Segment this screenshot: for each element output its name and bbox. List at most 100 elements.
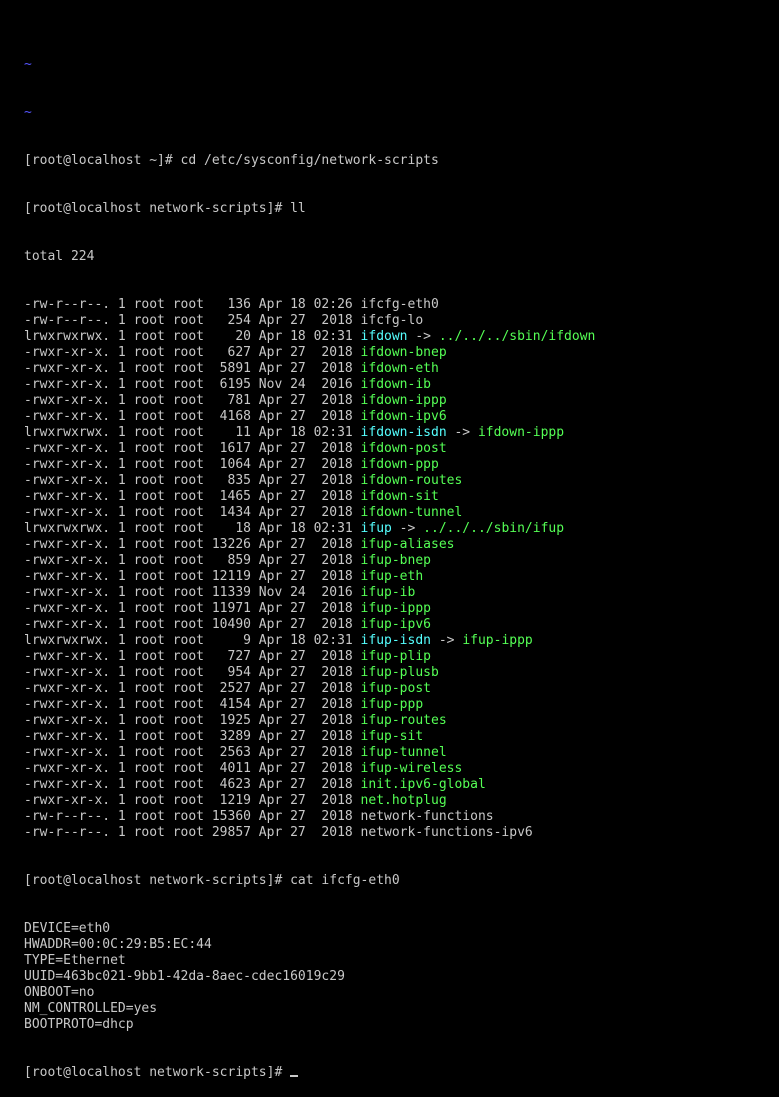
file-info: -rwxr-xr-x. 1 root root 1064 Apr 27 2018	[24, 457, 361, 472]
file-name: ifdown-eth	[360, 361, 439, 376]
listing-row: -rwxr-xr-x. 1 root root 2527 Apr 27 2018…	[24, 681, 764, 697]
config-file-output: DEVICE=eth0 HWADDR=00:0C:29:B5:EC:44 TYPE=…	[24, 921, 764, 1033]
file-info: -rwxr-xr-x. 1 root root 1617 Apr 27 2018	[24, 441, 361, 456]
file-info: -rwxr-xr-x. 1 root root 13226 Apr 27 201…	[24, 537, 361, 552]
symlink-arrow: ->	[446, 425, 478, 440]
file-info: -rwxr-xr-x. 1 root root 1465 Apr 27 2018	[24, 489, 361, 504]
listing-row: -rwxr-xr-x. 1 root root 6195 Nov 24 2016…	[24, 377, 764, 393]
file-name: ifup-ppp	[360, 697, 424, 712]
listing-row: -rwxr-xr-x. 1 root root 1925 Apr 27 2018…	[24, 713, 764, 729]
file-name: ifdown-ppp	[360, 457, 439, 472]
file-info: -rwxr-xr-x. 1 root root 4154 Apr 27 2018	[24, 697, 361, 712]
listing-row: -rwxr-xr-x. 1 root root 1465 Apr 27 2018…	[24, 489, 764, 505]
file-info: -rw-r--r--. 1 root root 254 Apr 27 2018	[24, 313, 361, 328]
file-info: -rwxr-xr-x. 1 root root 1219 Apr 27 2018	[24, 793, 361, 808]
listing-row: lrwxrwxrwx. 1 root root 18 Apr 18 02:31 …	[24, 521, 764, 537]
listing-row: -rwxr-xr-x. 1 root root 859 Apr 27 2018 …	[24, 553, 764, 569]
file-name: ifup-ippp	[360, 601, 431, 616]
file-info: -rwxr-xr-x. 1 root root 11971 Apr 27 201…	[24, 601, 361, 616]
tilde-line: ~	[24, 105, 32, 120]
file-name: ifdown-routes	[360, 473, 463, 488]
file-info: -rwxr-xr-x. 1 root root 2527 Apr 27 2018	[24, 681, 361, 696]
listing-row: lrwxrwxrwx. 1 root root 20 Apr 18 02:31 …	[24, 329, 764, 345]
file-info: -rwxr-xr-x. 1 root root 4011 Apr 27 2018	[24, 761, 361, 776]
tilde-line: ~	[24, 57, 32, 72]
listing-row: -rwxr-xr-x. 1 root root 1617 Apr 27 2018…	[24, 441, 764, 457]
file-info: -rwxr-xr-x. 1 root root 12119 Apr 27 201…	[24, 569, 361, 584]
file-info: -rwxr-xr-x. 1 root root 1434 Apr 27 2018	[24, 505, 361, 520]
listing-row: -rwxr-xr-x. 1 root root 1064 Apr 27 2018…	[24, 457, 764, 473]
listing-row: -rw-r--r--. 1 root root 15360 Apr 27 201…	[24, 809, 764, 825]
file-name: ifup	[360, 521, 392, 536]
file-info: -rw-r--r--. 1 root root 15360 Apr 27 201…	[24, 809, 361, 824]
file-name: ifup-ib	[360, 585, 416, 600]
listing-row: lrwxrwxrwx. 1 root root 11 Apr 18 02:31 …	[24, 425, 764, 441]
listing-row: -rwxr-xr-x. 1 root root 4011 Apr 27 2018…	[24, 761, 764, 777]
config-line: HWADDR=00:0C:29:B5:EC:44	[24, 937, 212, 952]
listing-row: -rwxr-xr-x. 1 root root 1219 Apr 27 2018…	[24, 793, 764, 809]
listing-row: -rw-r--r--. 1 root root 29857 Apr 27 201…	[24, 825, 764, 841]
file-info: -rwxr-xr-x. 1 root root 781 Apr 27 2018	[24, 393, 361, 408]
listing-row: -rwxr-xr-x. 1 root root 5891 Apr 27 2018…	[24, 361, 764, 377]
file-name: ifdown-isdn	[360, 425, 447, 440]
file-name: ifup-plusb	[360, 665, 439, 680]
file-info: -rwxr-xr-x. 1 root root 2563 Apr 27 2018	[24, 745, 361, 760]
symlink-arrow: ->	[391, 521, 424, 536]
file-name: ifcfg-lo	[360, 313, 424, 328]
listing-row: -rwxr-xr-x. 1 root root 781 Apr 27 2018 …	[24, 393, 764, 409]
active-prompt[interactable]: [root@localhost network-scripts]#	[24, 1065, 764, 1081]
file-name: ifdown-tunnel	[360, 505, 463, 520]
config-line: UUID=463bc021-9bb1-42da-8aec-cdec16019c2…	[24, 969, 345, 984]
file-name: ifdown-ipv6	[360, 409, 447, 424]
listing-row: -rw-r--r--. 1 root root 136 Apr 18 02:26…	[24, 297, 764, 313]
file-name: init.ipv6-global	[360, 777, 486, 792]
listing-row: -rwxr-xr-x. 1 root root 11339 Nov 24 201…	[24, 585, 764, 601]
config-line: NM_CONTROLLED=yes	[24, 1001, 158, 1016]
listing-row: -rwxr-xr-x. 1 root root 4168 Apr 27 2018…	[24, 409, 764, 425]
file-info: -rwxr-xr-x. 1 root root 1925 Apr 27 2018	[24, 713, 361, 728]
file-info: -rwxr-xr-x. 1 root root 859 Apr 27 2018	[24, 553, 361, 568]
file-name: ifup-plip	[360, 649, 431, 664]
file-name: ifup-wireless	[360, 761, 463, 776]
symlink-target: ../../../sbin/ifdown	[438, 329, 596, 344]
file-name: ifup-eth	[360, 569, 424, 584]
file-info: -rwxr-xr-x. 1 root root 4168 Apr 27 2018	[24, 409, 361, 424]
file-name: net.hotplug	[360, 793, 447, 808]
file-info: -rwxr-xr-x. 1 root root 5891 Apr 27 2018	[24, 361, 361, 376]
command-line-cd: [root@localhost ~]# cd /etc/sysconfig/ne…	[24, 153, 439, 168]
file-name: ifup-aliases	[360, 537, 455, 552]
prompt-text: [root@localhost network-scripts]#	[24, 1065, 291, 1080]
terminal-screen[interactable]: ~ ~ [root@localhost ~]# cd /etc/sysconfi…	[24, 25, 764, 1097]
listing-row: -rw-r--r--. 1 root root 254 Apr 27 2018 …	[24, 313, 764, 329]
directory-listing: -rw-r--r--. 1 root root 136 Apr 18 02:26…	[24, 297, 764, 841]
file-info: -rwxr-xr-x. 1 root root 835 Apr 27 2018	[24, 473, 361, 488]
file-name: ifdown-bnep	[360, 345, 447, 360]
config-line: DEVICE=eth0	[24, 921, 111, 936]
file-name: ifdown-ib	[360, 377, 431, 392]
symlink-arrow: ->	[407, 329, 439, 344]
file-info: lrwxrwxrwx. 1 root root 9 Apr 18 02:31	[24, 633, 361, 648]
listing-row: -rwxr-xr-x. 1 root root 835 Apr 27 2018 …	[24, 473, 764, 489]
file-name: network-functions	[360, 809, 494, 824]
symlink-target: ../../../sbin/ifup	[423, 521, 565, 536]
listing-total: total 224	[24, 249, 95, 264]
file-info: -rwxr-xr-x. 1 root root 4623 Apr 27 2018	[24, 777, 361, 792]
file-name: ifup-post	[360, 681, 431, 696]
listing-row: -rwxr-xr-x. 1 root root 13226 Apr 27 201…	[24, 537, 764, 553]
listing-row: -rwxr-xr-x. 1 root root 627 Apr 27 2018 …	[24, 345, 764, 361]
listing-row: -rwxr-xr-x. 1 root root 3289 Apr 27 2018…	[24, 729, 764, 745]
file-info: -rwxr-xr-x. 1 root root 10490 Apr 27 201…	[24, 617, 361, 632]
file-name: ifup-bnep	[360, 553, 431, 568]
file-name: ifdown-post	[360, 441, 447, 456]
file-info: -rwxr-xr-x. 1 root root 727 Apr 27 2018	[24, 649, 361, 664]
text-cursor	[290, 1075, 299, 1077]
listing-row: -rwxr-xr-x. 1 root root 4154 Apr 27 2018…	[24, 697, 764, 713]
listing-row: -rwxr-xr-x. 1 root root 727 Apr 27 2018 …	[24, 649, 764, 665]
file-info: lrwxrwxrwx. 1 root root 20 Apr 18 02:31	[24, 329, 361, 344]
file-info: lrwxrwxrwx. 1 root root 18 Apr 18 02:31	[24, 521, 361, 536]
listing-row: -rwxr-xr-x. 1 root root 4623 Apr 27 2018…	[24, 777, 764, 793]
file-info: -rwxr-xr-x. 1 root root 11339 Nov 24 201…	[24, 585, 361, 600]
file-info: -rwxr-xr-x. 1 root root 6195 Nov 24 2016	[24, 377, 361, 392]
file-name: ifup-sit	[360, 729, 424, 744]
listing-row: -rwxr-xr-x. 1 root root 11971 Apr 27 201…	[24, 601, 764, 617]
